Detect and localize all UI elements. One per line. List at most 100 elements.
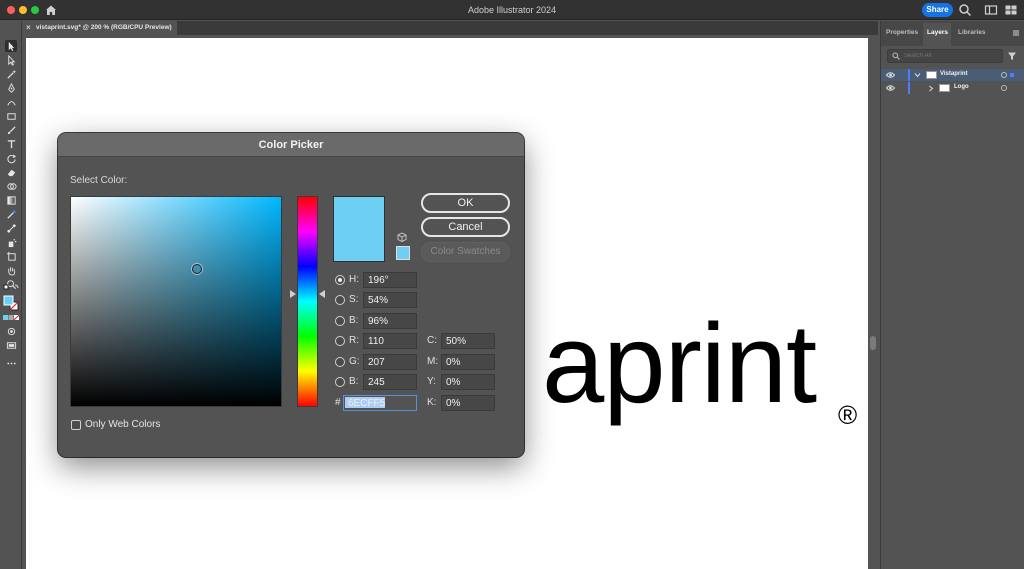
green-label: G:	[349, 356, 360, 367]
vertical-scrollbar[interactable]	[870, 336, 876, 350]
color-marker[interactable]	[192, 264, 202, 274]
red-input[interactable]	[363, 333, 417, 349]
share-button[interactable]: Share	[922, 3, 953, 17]
document-tab-title: vistaprint.svg* @ 200 % (RGB/CPU Preview…	[36, 24, 172, 31]
close-tab-icon[interactable]: ×	[26, 21, 31, 35]
type-tool[interactable]	[5, 138, 17, 150]
symbol-sprayer-tool[interactable]	[5, 236, 17, 248]
layer-row-vistaprint[interactable]: Vistaprint	[881, 69, 1024, 81]
chevron-down-icon[interactable]	[914, 72, 921, 78]
paintbrush-tool[interactable]	[5, 124, 17, 136]
logo-wordmark[interactable]: aprint	[542, 308, 817, 420]
layer-color-strip	[908, 82, 910, 94]
fill-stroke-swatches[interactable]	[3, 295, 19, 311]
layers-panel: Properties Layers Libraries Vistaprint L…	[880, 21, 1024, 569]
search-icon[interactable]	[958, 3, 972, 17]
black-input[interactable]	[441, 395, 495, 411]
registered-mark[interactable]: ®	[838, 400, 857, 431]
blue-radio[interactable]	[335, 377, 345, 387]
pen-tool[interactable]	[5, 82, 17, 94]
hue-slider-right-handle[interactable]	[319, 290, 325, 298]
only-web-colors-checkbox[interactable]	[71, 420, 81, 430]
select-color-label: Select Color:	[70, 175, 128, 186]
layer-row-logo[interactable]: Logo	[881, 82, 1024, 94]
brightness-radio[interactable]	[335, 316, 345, 326]
color-swatches-button[interactable]: Color Swatches	[421, 242, 510, 262]
rectangle-tool[interactable]	[5, 110, 17, 122]
shape-builder-icon	[6, 182, 17, 190]
workspace-switcher-icon[interactable]	[1004, 3, 1018, 17]
rotate-icon	[6, 154, 16, 163]
blend-tool[interactable]	[5, 222, 17, 234]
hue-input[interactable]	[363, 272, 417, 288]
layer-thumbnail	[926, 71, 937, 79]
saturation-input[interactable]	[363, 292, 417, 308]
color-mode-buttons[interactable]	[3, 314, 19, 322]
symbol-sprayer-icon	[8, 238, 16, 247]
eyedropper-tool[interactable]	[5, 208, 17, 220]
eye-icon[interactable]	[886, 71, 895, 79]
hue-radio[interactable]	[335, 275, 345, 285]
more-options-icon	[6, 362, 16, 364]
selection-indicator[interactable]	[1010, 73, 1014, 77]
title-bar: Adobe Illustrator 2024 Share	[0, 0, 1024, 20]
curvature-tool[interactable]	[5, 96, 17, 108]
saturation-brightness-field[interactable]	[70, 196, 282, 407]
tab-libraries[interactable]: Libraries	[958, 29, 985, 36]
filter-icon[interactable]	[1007, 51, 1017, 61]
magic-wand-tool[interactable]	[5, 68, 17, 80]
panel-menu-icon[interactable]	[1012, 29, 1020, 37]
hue-slider-left-handle[interactable]	[290, 290, 296, 298]
rectangle-icon	[6, 112, 16, 120]
rotate-tool[interactable]	[5, 152, 17, 164]
hue-label: H:	[349, 274, 359, 285]
chevron-right-icon[interactable]	[928, 85, 934, 92]
artboard-tool[interactable]	[5, 250, 17, 262]
out-of-gamut-cube-icon[interactable]	[397, 232, 407, 242]
magenta-input[interactable]	[441, 354, 495, 370]
draw-mode-tool[interactable]	[5, 325, 17, 337]
fill-stroke-icon	[3, 295, 19, 311]
cyan-input[interactable]	[441, 333, 495, 349]
hand-tool[interactable]	[5, 264, 17, 276]
hue-slider[interactable]	[297, 196, 318, 407]
default-colors-swap[interactable]	[2, 282, 20, 292]
red-label: R:	[349, 335, 359, 346]
ok-button[interactable]: OK	[421, 193, 510, 213]
eye-icon[interactable]	[886, 84, 895, 92]
only-web-colors-label: Only Web Colors	[85, 419, 161, 430]
cyan-label: C:	[427, 335, 437, 346]
green-input[interactable]	[363, 354, 417, 370]
target-icon[interactable]	[1001, 85, 1007, 91]
tools-panel	[0, 21, 22, 569]
selection-indicator[interactable]	[1010, 86, 1014, 90]
yellow-input[interactable]	[441, 374, 495, 390]
brightness-input[interactable]	[363, 313, 417, 329]
screen-mode-tool[interactable]	[5, 339, 17, 351]
gamut-warning-swatch[interactable]	[396, 246, 410, 260]
cancel-button[interactable]: Cancel	[421, 217, 510, 237]
arrange-documents-icon[interactable]	[984, 3, 998, 17]
gradient-tool[interactable]	[5, 194, 17, 206]
tab-layers[interactable]: Layers	[927, 29, 948, 36]
eraser-tool[interactable]	[5, 166, 17, 178]
target-icon[interactable]	[1001, 72, 1007, 78]
hex-input[interactable]	[343, 395, 417, 411]
shape-builder-tool[interactable]	[5, 180, 17, 192]
blend-icon	[6, 223, 16, 233]
eraser-icon	[7, 169, 15, 176]
color-picker-dialog: Color Picker Select Color: OK Cancel Col…	[58, 133, 524, 457]
red-radio[interactable]	[335, 336, 345, 346]
tab-properties[interactable]: Properties	[886, 29, 918, 36]
blue-input[interactable]	[363, 374, 417, 390]
pen-icon	[7, 82, 15, 93]
document-tab[interactable]: × vistaprint.svg* @ 200 % (RGB/CPU Previ…	[22, 21, 177, 35]
edit-toolbar-button[interactable]	[5, 357, 17, 369]
direct-selection-tool[interactable]	[5, 54, 17, 66]
paintbrush-icon	[7, 125, 16, 134]
saturation-radio[interactable]	[335, 295, 345, 305]
selection-tool[interactable]	[5, 40, 17, 52]
saturation-label: S:	[349, 294, 359, 305]
green-radio[interactable]	[335, 357, 345, 367]
layers-search-input[interactable]	[904, 51, 1000, 61]
